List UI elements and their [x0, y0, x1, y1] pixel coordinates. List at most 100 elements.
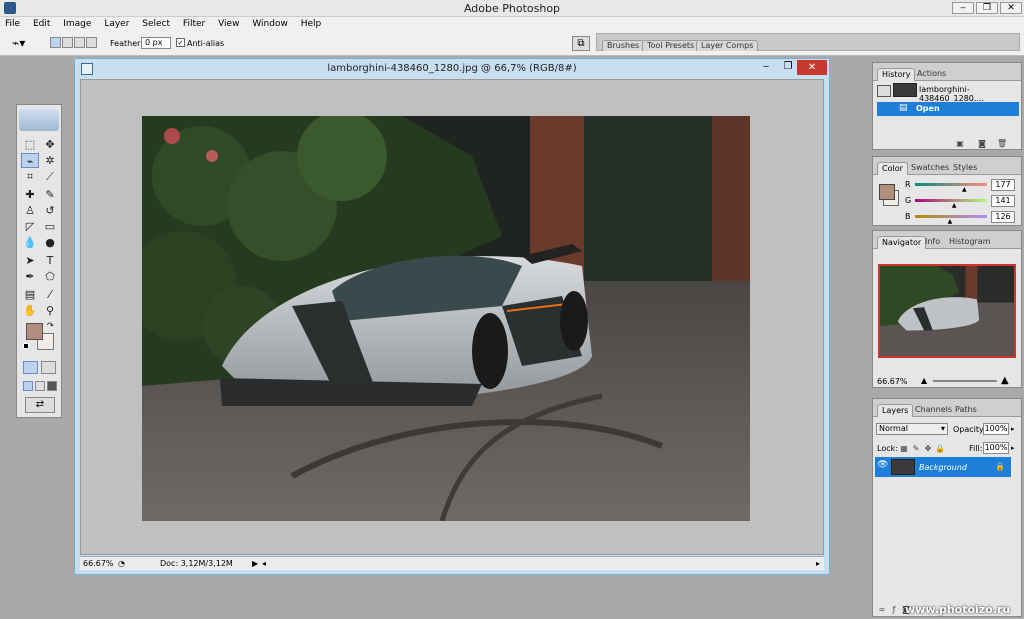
fill-input[interactable]: 100%: [983, 442, 1009, 454]
layer-visibility-eye-icon[interactable]: 👁: [877, 460, 888, 470]
doc-minimize-button[interactable]: ‒: [755, 61, 777, 75]
gradient-tool-icon[interactable]: ▭: [41, 219, 59, 234]
blur-tool-icon[interactable]: 💧: [21, 235, 39, 250]
tab-actions[interactable]: Actions: [913, 68, 950, 81]
status-preview-icon[interactable]: ◔: [118, 557, 125, 570]
tab-styles[interactable]: Styles: [949, 162, 981, 175]
menu-help[interactable]: Help: [296, 17, 327, 31]
eyedropper-icon[interactable]: ⁄: [41, 287, 59, 302]
magic-wand-icon[interactable]: ✲: [41, 153, 59, 168]
lock-transparency-icon[interactable]: ▦: [899, 444, 909, 453]
add-selection-button[interactable]: [62, 37, 73, 48]
tab-swatches[interactable]: Swatches: [907, 162, 953, 175]
zoom-in-icon[interactable]: ▲: [1001, 375, 1009, 386]
tab-history[interactable]: History: [877, 68, 916, 81]
menu-image[interactable]: Image: [58, 17, 96, 31]
menu-filter[interactable]: Filter: [178, 17, 210, 31]
palette-well-icon[interactable]: ⧉: [572, 36, 590, 51]
lasso-tool-icon[interactable]: ⌁: [21, 153, 39, 168]
well-tab-brushes[interactable]: Brushes: [602, 40, 645, 51]
color-fg-swatch[interactable]: [879, 184, 895, 200]
tab-color[interactable]: Color: [877, 162, 908, 175]
tab-info[interactable]: Info: [921, 236, 944, 249]
tab-histogram[interactable]: Histogram: [945, 236, 995, 249]
history-snapshot-thumbnail[interactable]: [893, 83, 917, 97]
quick-mask-icon[interactable]: [41, 361, 56, 374]
pen-tool-icon[interactable]: ✒: [21, 269, 39, 284]
menu-window[interactable]: Window: [247, 17, 293, 31]
screen-mode-standard-icon[interactable]: [23, 381, 33, 391]
screen-mode-full-icon[interactable]: [47, 381, 57, 391]
eraser-tool-icon[interactable]: ◸: [21, 219, 39, 234]
opacity-dropdown-icon[interactable]: ▸: [1011, 425, 1015, 433]
lasso-preset-icon[interactable]: ⌁▾: [12, 35, 38, 51]
doc-restore-button[interactable]: ❐: [777, 61, 799, 75]
slice-tool-icon[interactable]: ⟋: [41, 169, 59, 184]
tab-navigator[interactable]: Navigator: [877, 236, 927, 249]
zoom-tool-icon[interactable]: ⚲: [41, 303, 59, 318]
link-layers-icon[interactable]: ∞: [877, 605, 887, 614]
tab-channels[interactable]: Channels: [911, 404, 956, 417]
navigator-preview[interactable]: [878, 264, 1016, 358]
zoom-readout[interactable]: 66.67%: [83, 557, 114, 570]
r-slider[interactable]: [915, 183, 987, 186]
new-snapshot-icon[interactable]: ◙: [977, 139, 987, 148]
history-snapshot-name[interactable]: lamborghini-438460_1280....: [919, 85, 1021, 103]
lock-image-icon[interactable]: ✎: [911, 444, 921, 453]
tab-layers[interactable]: Layers: [877, 404, 914, 417]
crop-tool-icon[interactable]: ⌗: [21, 169, 39, 184]
foreground-color-swatch[interactable]: [26, 323, 43, 340]
opacity-input[interactable]: 100%: [983, 423, 1009, 435]
tab-paths[interactable]: Paths: [951, 404, 981, 417]
blend-mode-select[interactable]: Normal ▾: [876, 423, 948, 435]
minimize-button[interactable]: ‒: [952, 2, 974, 14]
well-tab-tool-presets[interactable]: Tool Presets: [642, 40, 700, 51]
lock-position-icon[interactable]: ✥: [923, 444, 933, 453]
well-tab-layer-comps[interactable]: Layer Comps: [696, 40, 759, 51]
screen-mode-full-menu-icon[interactable]: [35, 381, 45, 391]
g-slider-thumb[interactable]: ▲: [952, 202, 957, 209]
history-trash-icon[interactable]: 🗑: [997, 139, 1007, 148]
menu-layer[interactable]: Layer: [99, 17, 134, 31]
h-scroll-left-icon[interactable]: ◂: [262, 557, 266, 570]
feather-logo-icon[interactable]: [19, 109, 59, 131]
jump-to-imageready-icon[interactable]: ⇄: [25, 397, 55, 413]
healing-brush-icon[interactable]: ✚: [21, 187, 39, 202]
type-tool-icon[interactable]: T: [41, 253, 59, 268]
clone-stamp-icon[interactable]: ♙: [21, 203, 39, 218]
document-image[interactable]: [142, 116, 750, 521]
default-colors-icon[interactable]: [23, 343, 29, 349]
r-value-input[interactable]: 177: [991, 179, 1015, 191]
menu-edit[interactable]: Edit: [28, 17, 55, 31]
lock-all-icon[interactable]: 🔒: [935, 444, 945, 453]
new-document-from-state-icon[interactable]: ▣: [955, 139, 965, 148]
notes-tool-icon[interactable]: ▤: [21, 287, 39, 302]
standard-mode-icon[interactable]: [23, 361, 38, 374]
new-selection-button[interactable]: [50, 37, 61, 48]
move-tool-icon[interactable]: ✥: [41, 137, 59, 152]
history-brush-icon[interactable]: ↺: [41, 203, 59, 218]
navigator-zoom-slider[interactable]: [933, 380, 997, 382]
b-value-input[interactable]: 126: [991, 211, 1015, 223]
r-slider-thumb[interactable]: ▲: [962, 186, 967, 193]
doc-close-button[interactable]: ✕: [797, 60, 827, 75]
status-menu-arrow-icon[interactable]: ▶: [252, 557, 258, 570]
layer-name[interactable]: Background: [919, 463, 967, 472]
menu-file[interactable]: File: [0, 17, 25, 31]
path-select-icon[interactable]: ➤: [21, 253, 39, 268]
shape-tool-icon[interactable]: ⬠: [41, 269, 59, 284]
fill-dropdown-icon[interactable]: ▸: [1011, 444, 1015, 452]
restore-button[interactable]: ❐: [976, 2, 998, 14]
marquee-tool-icon[interactable]: ⬚: [21, 137, 39, 152]
g-value-input[interactable]: 141: [991, 195, 1015, 207]
zoom-out-icon[interactable]: ▲: [921, 376, 927, 385]
menu-view[interactable]: View: [213, 17, 244, 31]
navigator-zoom-readout[interactable]: 66.67%: [877, 377, 908, 386]
intersect-selection-button[interactable]: [86, 37, 97, 48]
brush-tool-icon[interactable]: ✎: [41, 187, 59, 202]
dodge-tool-icon[interactable]: ●: [41, 235, 59, 250]
hand-tool-icon[interactable]: ✋: [21, 303, 39, 318]
subtract-selection-button[interactable]: [74, 37, 85, 48]
menu-select[interactable]: Select: [137, 17, 175, 31]
layer-style-icon[interactable]: ƒ: [889, 605, 899, 614]
